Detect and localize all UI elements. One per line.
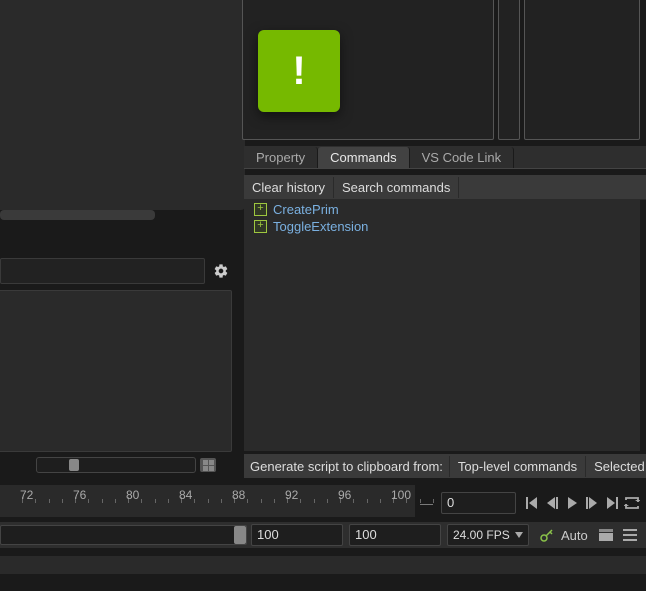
expand-icon[interactable]: + [254,220,267,233]
ruler-label: 92 [285,488,298,502]
ruler-label: 76 [73,488,86,502]
range-thumb[interactable] [234,526,246,544]
left-search-row [0,258,233,284]
left-panel-scroll-stub [0,210,155,220]
ruler-label: 84 [179,488,192,502]
callout-mark: ! [292,49,305,94]
menu-icon[interactable] [620,525,640,545]
preview-divider[interactable] [498,0,520,140]
thumbnail-size-row [36,457,216,473]
command-item[interactable]: + CreatePrim [244,201,640,218]
generate-script-bar: Generate script to clipboard from: Top-l… [244,454,646,478]
loop-icon[interactable] [624,494,640,512]
ruler-label: 100 [391,488,411,502]
timeline-row-2: 100 100 24.00 FPS Auto [0,522,646,548]
command-label: CreatePrim [273,201,339,218]
range-end-field-1[interactable]: 100 [251,524,343,546]
current-frame-field[interactable]: 0 [441,492,516,514]
bottom-strip [0,556,646,574]
ruler-label: 72 [20,488,33,502]
timeline-controls: — 0 [420,492,640,514]
search-commands-button[interactable]: Search commands [334,177,459,198]
gen-selected-button[interactable]: Selected commands [585,456,646,477]
key-icon[interactable] [537,525,557,545]
thumbnail-size-slider[interactable] [36,457,196,473]
commands-toolbar: Clear history Search commands [244,175,646,200]
gen-top-level-button[interactable]: Top-level commands [449,456,585,477]
auto-key-label[interactable]: Auto [561,528,588,543]
gear-icon[interactable] [209,259,233,283]
fps-dropdown[interactable]: 24.00 FPS [447,524,529,546]
grid-toggle-icon[interactable] [200,458,216,472]
clear-history-button[interactable]: Clear history [244,177,334,198]
timeline-range-slider[interactable] [0,525,247,545]
preview-side[interactable] [524,0,640,140]
panel-tabs: Property Commands VS Code Link [244,146,646,169]
generate-label: Generate script to clipboard from: [244,459,449,474]
ruler-label: 96 [338,488,351,502]
filter-input[interactable] [0,258,205,284]
command-label: ToggleExtension [273,218,368,235]
go-to-start-icon[interactable] [524,494,540,512]
left-panel-lower [0,290,232,452]
timeline-ruler[interactable]: 72 76 80 84 88 92 96 100 [0,485,415,517]
step-back-icon[interactable] [544,494,560,512]
ruler-label: 80 [126,488,139,502]
tab-vscode-link[interactable]: VS Code Link [410,147,515,168]
left-panel-upper [0,0,245,210]
tab-property[interactable]: Property [244,147,318,168]
go-to-end-icon[interactable] [604,494,620,512]
expand-icon[interactable]: + [254,203,267,216]
chevron-down-icon [515,531,523,539]
commands-list: + CreatePrim + ToggleExtension [244,199,640,451]
tab-commands[interactable]: Commands [318,147,409,168]
play-icon[interactable] [564,494,580,512]
step-forward-icon[interactable] [584,494,600,512]
callout-badge: ! [258,30,340,112]
slider-thumb[interactable] [69,459,79,471]
ruler-label: 88 [232,488,245,502]
timeline-drag-dash[interactable]: — [420,496,433,511]
clapper-icon[interactable] [596,525,616,545]
range-end-field-2[interactable]: 100 [349,524,441,546]
command-item[interactable]: + ToggleExtension [244,218,640,235]
fps-value: 24.00 FPS [453,525,510,545]
